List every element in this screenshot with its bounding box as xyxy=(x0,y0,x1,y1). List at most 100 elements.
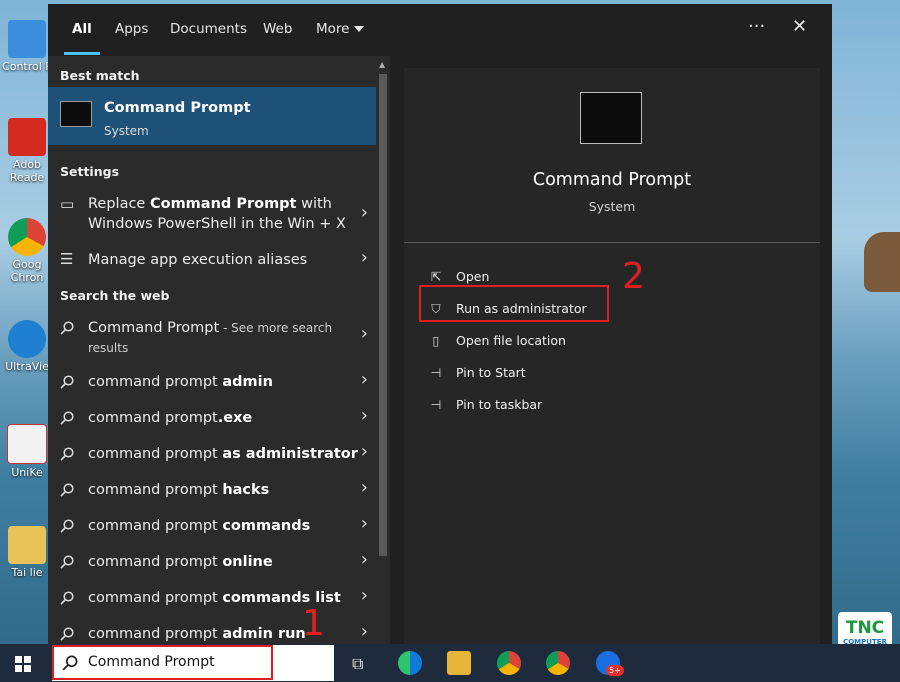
desktop-icon-unikey[interactable]: UniKe xyxy=(2,424,52,479)
text-bold: Command Prompt xyxy=(150,196,297,212)
web-suggestion-item[interactable]: command prompt commands list› xyxy=(48,588,376,610)
command-prompt-icon xyxy=(60,101,92,127)
suggestion-text: command prompt as administrator xyxy=(88,444,358,464)
suggestion-base: command prompt xyxy=(88,626,222,642)
desktop-icon-adobe[interactable]: Adob Reade xyxy=(2,118,52,184)
suggestion-base: command prompt xyxy=(88,482,222,498)
close-icon[interactable]: ✕ xyxy=(792,16,807,37)
list-icon: ☰ xyxy=(60,250,73,268)
tab-more-label: More xyxy=(316,21,349,37)
search-icon xyxy=(60,447,74,461)
tab-web[interactable]: Web xyxy=(263,21,292,37)
action-pin-start[interactable]: ⊣ Pin to Start xyxy=(428,365,526,380)
suggestion-base: command prompt xyxy=(88,410,218,426)
web-suggestion-item[interactable]: command prompt as administrator› xyxy=(48,444,376,466)
chrome-profile-icon[interactable] xyxy=(546,651,570,675)
suggestion-bold: as administrator xyxy=(222,446,358,462)
desktop-icon-label: Control P xyxy=(2,60,52,73)
best-match-item[interactable]: Command Prompt System xyxy=(48,87,376,145)
detail-sub: System xyxy=(404,199,820,214)
chevron-right-icon: › xyxy=(361,585,368,606)
suggestion-text: command prompt commands xyxy=(88,516,310,536)
suggestion-text: command prompt.exe xyxy=(88,408,252,428)
control-panel-icon xyxy=(8,20,46,58)
suggestion-bold: commands xyxy=(222,518,310,534)
search-icon xyxy=(60,627,74,641)
pin-icon: ⊣ xyxy=(428,397,444,412)
pin-icon: ⊣ xyxy=(428,365,444,380)
suggestion-bold: online xyxy=(222,554,272,570)
settings-item-replace[interactable]: ▭ Replace Command Prompt with Windows Po… xyxy=(48,194,376,236)
file-explorer-icon[interactable] xyxy=(447,651,471,675)
chevron-right-icon: › xyxy=(361,369,368,390)
search-icon xyxy=(60,375,74,389)
chevron-right-icon: › xyxy=(361,405,368,426)
monitor-icon: ▭ xyxy=(60,195,74,213)
web-result-text: Command Prompt - See more search xyxy=(88,318,332,338)
web-suggestion-item[interactable]: command prompt hacks› xyxy=(48,480,376,502)
web-suggestion-item[interactable]: command prompt online › xyxy=(48,552,376,574)
action-open-file-location[interactable]: ▯Open file location xyxy=(428,333,566,348)
settings-item-line2: Windows PowerShell in the Win + X xyxy=(88,214,346,234)
taskbar: ⧉ 5+ xyxy=(0,644,900,682)
desktop-icon-chrome[interactable]: Goog Chron xyxy=(2,218,52,284)
action-label: Open file location xyxy=(456,333,566,348)
highlight-search-box xyxy=(52,645,273,680)
best-match-sub: System xyxy=(104,124,149,138)
web-suggestion-item[interactable]: command prompt admin run › xyxy=(48,624,376,644)
settings-item-label: Manage app execution aliases xyxy=(88,250,307,270)
chevron-right-icon: › xyxy=(361,621,368,642)
web-suggestion-item[interactable]: command prompt admin › xyxy=(48,372,376,394)
desktop-icon-label: Adob Reade xyxy=(2,158,52,184)
tab-all[interactable]: All xyxy=(72,21,92,37)
suggestion-text: command prompt admin run xyxy=(88,624,306,644)
highlight-run-as-admin xyxy=(419,285,609,322)
action-label: Pin to taskbar xyxy=(456,397,542,412)
suggestion-text: command prompt hacks xyxy=(88,480,269,500)
step-1-marker: 1 xyxy=(302,603,325,644)
windows-start-icon[interactable] xyxy=(15,656,31,672)
suggestion-base: command prompt xyxy=(88,554,222,570)
search-icon xyxy=(60,555,74,569)
web-suggestion-item[interactable]: command prompt commands› xyxy=(48,516,376,538)
chevron-down-icon xyxy=(354,26,364,32)
chevron-right-icon: › xyxy=(361,549,368,570)
results-scrollbar[interactable]: ▲ xyxy=(376,56,390,644)
detail-pane: Command Prompt System ⇱Open ⛉Run as admi… xyxy=(404,68,820,644)
chevron-right-icon: › xyxy=(361,247,368,268)
chevron-right-icon: › xyxy=(361,441,368,462)
tab-documents[interactable]: Documents xyxy=(170,21,247,37)
chrome-icon[interactable] xyxy=(497,651,521,675)
more-options-icon[interactable]: ··· xyxy=(748,16,765,37)
settings-item-aliases[interactable]: ☰ Manage app execution aliases › xyxy=(48,250,376,272)
web-result-see-more[interactable]: Command Prompt - See more search results… xyxy=(48,318,376,362)
action-label: Open xyxy=(456,269,489,284)
suggestion-text: command prompt admin xyxy=(88,372,273,392)
search-panel: All Apps Documents Web More ··· ✕ Best m… xyxy=(48,4,832,644)
tab-more[interactable]: More xyxy=(316,21,364,37)
best-match-name: Command Prompt xyxy=(104,100,251,116)
desktop-rock xyxy=(864,232,900,292)
desktop-icon-folder[interactable]: Tai lie xyxy=(2,526,52,579)
chevron-right-icon: › xyxy=(361,323,368,344)
step-2-marker: 2 xyxy=(622,256,645,297)
desktop-icon-label: UniKe xyxy=(2,466,52,479)
desktop-icon-ultraviewer[interactable]: UltraVie xyxy=(2,320,52,373)
task-view-icon[interactable]: ⧉ xyxy=(352,654,363,674)
tab-apps[interactable]: Apps xyxy=(115,21,148,37)
scroll-up-icon[interactable]: ▲ xyxy=(379,60,385,69)
unikey-icon xyxy=(7,424,47,464)
action-label: Pin to Start xyxy=(456,365,526,380)
detail-title: Command Prompt xyxy=(404,170,820,190)
desktop-icon-control-panel[interactable]: Control P xyxy=(2,20,52,73)
action-pin-taskbar[interactable]: ⊣ Pin to taskbar xyxy=(428,397,542,412)
suggestion-base: command prompt xyxy=(88,590,222,606)
edge-icon[interactable] xyxy=(398,651,422,675)
suggestion-bold: hacks xyxy=(222,482,269,498)
action-open[interactable]: ⇱Open xyxy=(428,269,489,284)
search-icon xyxy=(60,483,74,497)
scrollbar-thumb[interactable] xyxy=(379,74,387,556)
desktop-icon-label: Goog Chron xyxy=(2,258,52,284)
web-suggestion-item[interactable]: command prompt.exe › xyxy=(48,408,376,430)
suggestion-base: command prompt xyxy=(88,446,222,462)
